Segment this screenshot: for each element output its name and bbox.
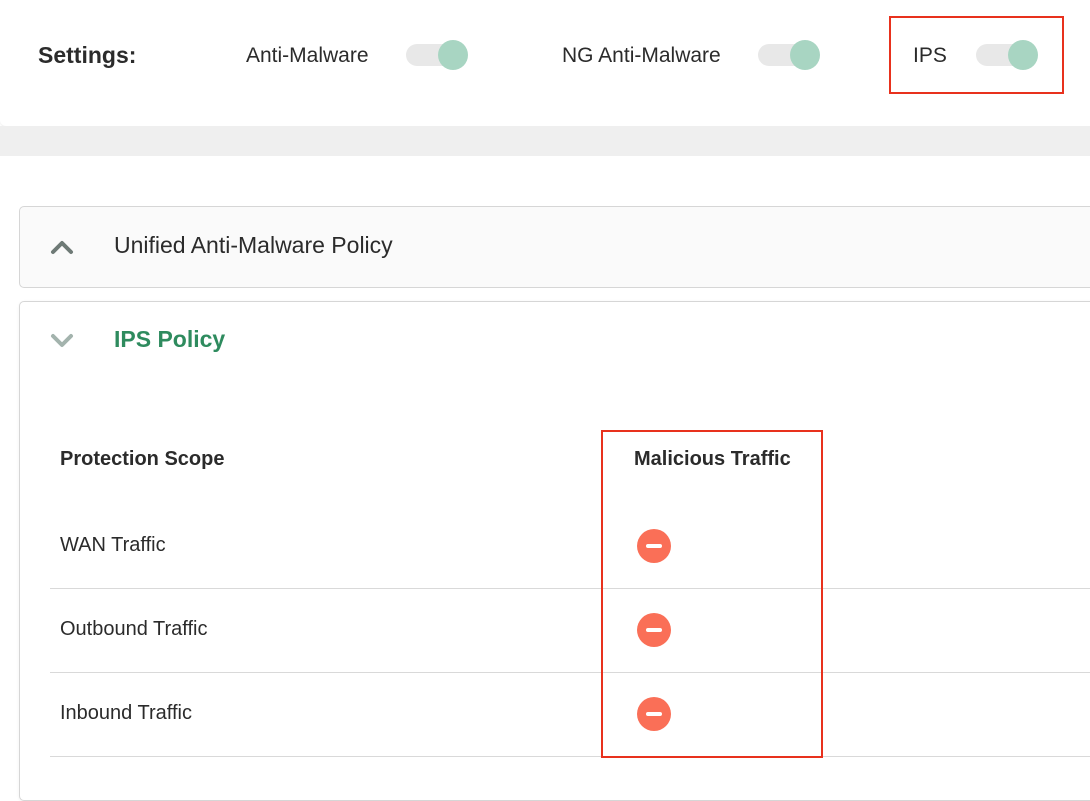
row-divider — [50, 672, 1090, 673]
malicious-traffic-highlight-box — [601, 430, 823, 758]
settings-title: Settings: — [38, 42, 137, 68]
row-divider — [50, 756, 1090, 757]
ng-anti-malware-toggle[interactable] — [758, 40, 820, 70]
ips-policy-title[interactable]: IPS Policy — [114, 326, 225, 353]
ips-highlight-box — [889, 16, 1064, 94]
row-scope-label: Inbound Traffic — [60, 702, 192, 724]
protection-scope-header: Protection Scope — [60, 448, 225, 470]
row-scope-label: Outbound Traffic — [60, 618, 208, 640]
row-divider — [50, 588, 1090, 589]
unified-anti-malware-policy-panel[interactable]: Unified Anti-Malware Policy — [19, 206, 1090, 288]
ng-anti-malware-label: NG Anti-Malware — [562, 44, 721, 67]
anti-malware-label: Anti-Malware — [246, 44, 369, 67]
chevron-down-icon[interactable] — [50, 330, 74, 350]
toggle-knob — [790, 40, 820, 70]
anti-malware-toggle[interactable] — [406, 40, 468, 70]
ips-policy-panel: IPS Policy — [19, 301, 1090, 801]
unified-policy-title[interactable]: Unified Anti-Malware Policy — [114, 232, 393, 259]
toggle-knob — [438, 40, 468, 70]
section-separator — [0, 126, 1090, 156]
chevron-up-icon[interactable] — [50, 237, 74, 257]
row-scope-label: WAN Traffic — [60, 534, 166, 556]
settings-bar: Settings: Anti-Malware NG Anti-Malware I… — [0, 0, 1090, 126]
